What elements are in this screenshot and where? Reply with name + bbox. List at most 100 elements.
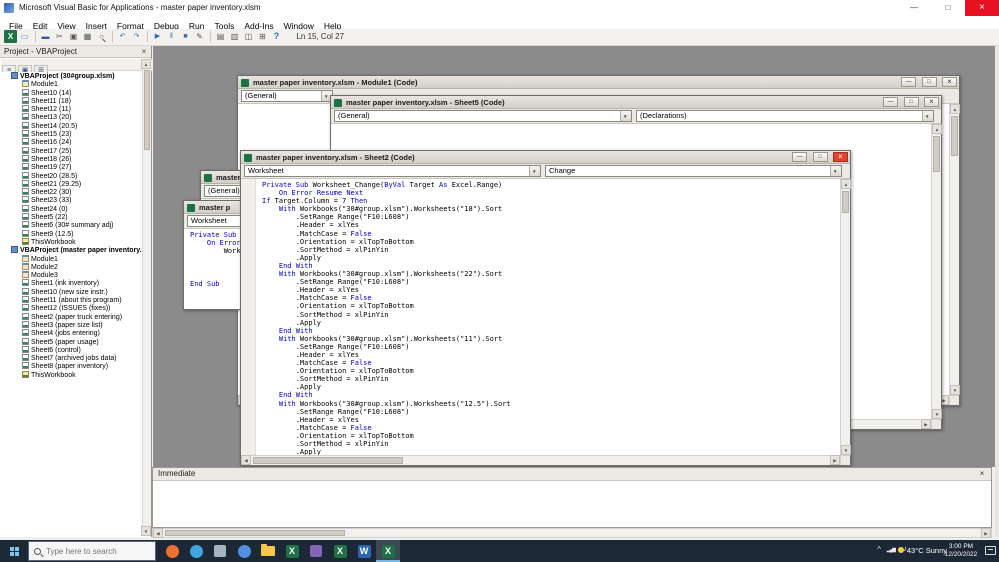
- tree-item[interactable]: Sheet11 (about this program): [0, 296, 143, 304]
- minimize-button[interactable]: [901, 77, 917, 87]
- tree-item[interactable]: Sheet21 (29.25): [0, 179, 143, 188]
- immediate-window[interactable]: Immediate: [152, 467, 992, 528]
- minimize-button[interactable]: [897, 0, 931, 16]
- scroll-down-icon[interactable]: [141, 526, 151, 536]
- notification-center-icon[interactable]: [985, 546, 996, 555]
- app-purple-icon[interactable]: [304, 540, 328, 562]
- chrome-icon[interactable]: [232, 540, 256, 562]
- tree-item[interactable]: Sheet18 (26): [0, 154, 143, 163]
- tree-item[interactable]: Sheet14 (20.5): [0, 121, 143, 130]
- scroll-up-icon[interactable]: [950, 104, 960, 114]
- tree-item[interactable]: Sheet9 (12.5): [0, 229, 143, 238]
- close-icon[interactable]: [977, 469, 987, 479]
- scroll-up-icon[interactable]: [932, 124, 942, 134]
- close-button[interactable]: [942, 77, 957, 87]
- network-icon[interactable]: [887, 547, 895, 553]
- project-explorer-button[interactable]: ▤: [214, 30, 227, 43]
- vertical-scrollbar[interactable]: [949, 104, 960, 395]
- vertical-scrollbar[interactable]: [840, 179, 851, 455]
- tree-item[interactable]: Sheet5 (paper usage): [0, 337, 143, 346]
- search-input[interactable]: [46, 546, 146, 556]
- object-dropdown[interactable]: (General): [241, 90, 333, 102]
- margin-indicator-bar[interactable]: [241, 179, 256, 465]
- tree-item[interactable]: Sheet6 (30# summary adj): [0, 221, 143, 229]
- maximize-button[interactable]: [931, 0, 965, 16]
- find-button[interactable]: ○: [95, 30, 108, 43]
- tree-item[interactable]: Sheet12 (11): [0, 105, 143, 113]
- excel-icon[interactable]: X: [280, 540, 304, 562]
- copy-button[interactable]: ▣: [67, 30, 80, 43]
- scroll-up-icon[interactable]: [141, 59, 151, 69]
- tree-item[interactable]: Sheet4 (jobs entering): [0, 329, 143, 337]
- close-button[interactable]: [924, 97, 939, 107]
- scroll-left-icon[interactable]: [241, 455, 251, 465]
- tree-item[interactable]: Sheet16 (24): [0, 138, 143, 146]
- run-button[interactable]: ▶: [151, 30, 164, 43]
- scrollbar-thumb[interactable]: [951, 116, 958, 156]
- toolbar-separator[interactable]: [109, 30, 115, 43]
- undo-button[interactable]: ↶: [116, 30, 129, 43]
- tree-item[interactable]: Sheet15 (23): [0, 130, 143, 138]
- maximize-button[interactable]: [812, 152, 828, 162]
- project-tree-scrollbar[interactable]: [141, 59, 151, 536]
- firefox-icon[interactable]: [160, 540, 184, 562]
- scroll-left-icon[interactable]: [153, 528, 163, 538]
- procedure-dropdown[interactable]: (Declarations): [636, 110, 934, 122]
- tree-item[interactable]: Sheet5 (22): [0, 213, 143, 221]
- taskbar-clock[interactable]: 3:00 PM 12/20/2022: [938, 543, 984, 559]
- scrollbar-thumb[interactable]: [933, 136, 940, 172]
- code-window-sheet2[interactable]: master paper inventory.xlsm - Sheet2 (Co…: [240, 150, 851, 466]
- tree-item[interactable]: Sheet7 (archived jobs data): [0, 354, 143, 362]
- tree-item[interactable]: Sheet1 (ink inventory): [0, 279, 143, 287]
- vba-editor-excel-icon[interactable]: X: [376, 540, 400, 562]
- procedure-dropdown[interactable]: Change: [545, 165, 842, 177]
- app-titlebar[interactable]: Microsoft Visual Basic for Applications …: [0, 0, 999, 16]
- tree-item[interactable]: Sheet24 (0): [0, 204, 143, 213]
- tree-item[interactable]: Module1: [0, 80, 143, 88]
- break-button[interactable]: ‖: [165, 30, 178, 43]
- tree-item[interactable]: ThisWorkbook: [0, 237, 143, 246]
- maximize-button[interactable]: [921, 77, 937, 87]
- help-button[interactable]: ?: [270, 30, 283, 43]
- resize-corner[interactable]: [949, 395, 959, 405]
- code-text[interactable]: Private Sub Worksheet_Change(ByVal Targe…: [262, 181, 838, 465]
- reset-button[interactable]: ■: [179, 30, 192, 43]
- view-excel-button[interactable]: X: [4, 30, 17, 43]
- tree-item[interactable]: Sheet22 (30): [0, 188, 143, 196]
- toolbox-button[interactable]: ⊞: [256, 30, 269, 43]
- tree-item[interactable]: Sheet11 (18): [0, 96, 143, 105]
- tree-item[interactable]: Sheet3 (paper size list): [0, 320, 143, 329]
- object-dropdown[interactable]: Worksheet: [244, 165, 541, 177]
- cut-button[interactable]: ✂: [53, 30, 66, 43]
- maximize-button[interactable]: [903, 97, 919, 107]
- tree-item[interactable]: Sheet13 (20): [0, 113, 143, 121]
- excel-icon-2[interactable]: X: [328, 540, 352, 562]
- task-view-icon[interactable]: [208, 540, 232, 562]
- tree-item[interactable]: VBAProject (30#group.xlsm): [0, 72, 143, 80]
- scrollbar-thumb[interactable]: [144, 70, 150, 150]
- taskbar-search[interactable]: [28, 541, 156, 561]
- close-button[interactable]: [965, 0, 999, 16]
- vertical-scrollbar[interactable]: [931, 124, 942, 419]
- properties-window-button[interactable]: ▥: [228, 30, 241, 43]
- scrollbar-thumb[interactable]: [253, 457, 403, 464]
- tree-item[interactable]: Sheet2 (paper truck entering): [0, 312, 143, 321]
- code-area[interactable]: Private Sub Worksheet_Change(ByVal Targe…: [241, 179, 850, 465]
- tree-item[interactable]: Sheet10 (new size instr.): [0, 287, 143, 296]
- chevron-down-icon[interactable]: [922, 111, 933, 121]
- toolbar-separator[interactable]: [32, 30, 38, 43]
- scroll-right-icon[interactable]: [981, 528, 991, 538]
- window-titlebar[interactable]: master paper inventory.xlsm - Sheet5 (Co…: [331, 96, 941, 109]
- tree-item[interactable]: Sheet17 (25): [0, 146, 143, 155]
- tree-item[interactable]: Sheet10 (14): [0, 88, 143, 97]
- toolbar-separator[interactable]: [144, 30, 150, 43]
- start-button[interactable]: [0, 540, 28, 562]
- tree-item[interactable]: Sheet6 (control): [0, 345, 143, 354]
- close-icon[interactable]: [139, 47, 149, 57]
- toolbar-separator[interactable]: [207, 30, 213, 43]
- scroll-right-icon[interactable]: [830, 455, 840, 465]
- window-titlebar[interactable]: master paper inventory.xlsm - Module1 (C…: [238, 76, 959, 89]
- redo-button[interactable]: ↷: [130, 30, 143, 43]
- scroll-up-icon[interactable]: [841, 179, 851, 189]
- tree-item[interactable]: Module1: [0, 254, 143, 263]
